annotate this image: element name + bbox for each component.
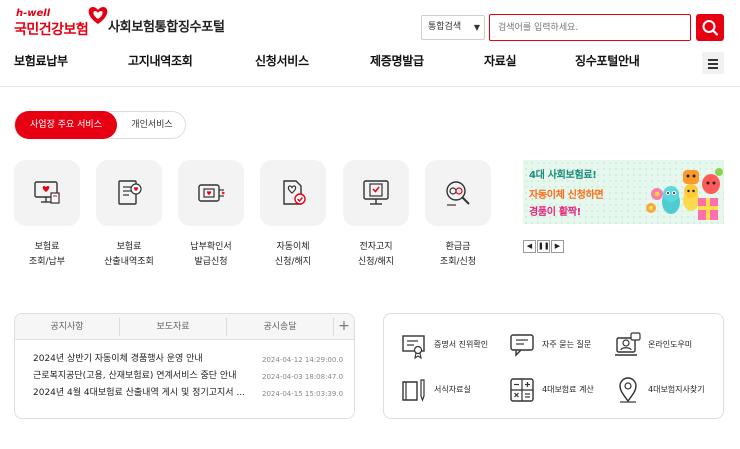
chat-bubble-icon [510, 334, 534, 357]
shortcut-label: 4대보험료 계산 [542, 385, 594, 394]
tab-business-services[interactable]: 사업장 주요 서비스 [15, 111, 117, 139]
service-tab-group: 사업장 주요 서비스 개인서비스 [14, 111, 186, 139]
service-e-notice[interactable]: 전자고지 신청/해지 [343, 160, 409, 267]
nav-divider [0, 86, 740, 87]
tab-notice[interactable]: 공지사항 [15, 314, 119, 340]
banner-line-1: 4대 사회보험료! [529, 170, 597, 181]
nav-item-application[interactable]: 신청서비스 [255, 52, 309, 69]
nav-item-certificate[interactable]: 제증명발급 [370, 52, 424, 69]
service-payment-certificate[interactable]: 납부확인서 발급신청 [178, 160, 244, 267]
notice-panel: 공지사항 보도자료 공시송달 + 2024년 상반기 자동이체 경품행사 운영 … [14, 313, 355, 419]
search-scope-select[interactable]: 통합검색 ▼ [421, 15, 485, 40]
service-premium-payment[interactable]: 보험료 조회/납부 [14, 160, 80, 267]
nav-item-payment[interactable]: 보험료납부 [14, 52, 68, 69]
location-pin-icon [619, 377, 637, 403]
banner-next-button[interactable]: ▶ [551, 240, 564, 253]
banner-line-3: 경품이 활짝! [529, 207, 581, 218]
search-icon [702, 20, 719, 36]
computer-invoice-icon [34, 181, 60, 204]
logo[interactable]: h-well 국민건강보험 [14, 4, 108, 38]
document-check-icon [283, 180, 306, 205]
notice-title[interactable]: 2024년 4월 4대보험료 산출내역 게시 및 정기고지서 ... [33, 386, 255, 400]
shortcut-label: 온라인도우미 [648, 340, 693, 349]
chevron-down-icon: ▼ [473, 23, 480, 32]
notice-date: 2024-04-03 18:08:47.0 [262, 373, 344, 381]
search-input[interactable] [489, 14, 691, 41]
service-premium-breakdown[interactable]: 보험료 산출내역조회 [96, 160, 162, 267]
nav-item-portal-guide[interactable]: 징수포털안내 [575, 52, 640, 69]
book-pen-icon [402, 379, 425, 402]
service-label: 보험료 조회/납부 [28, 242, 66, 267]
calculator-icon [510, 378, 534, 402]
notice-row[interactable]: 2024년 상반기 자동이체 경품행사 운영 안내 2024-04-12 14:… [33, 352, 353, 368]
hamburger-menu-icon[interactable] [702, 52, 724, 74]
notice-date: 2024-04-15 15:03:39.0 [262, 390, 344, 398]
notice-tab-bar: 공지사항 보도자료 공시송달 + [15, 314, 354, 340]
shortcut-label: 서식자료실 [434, 385, 471, 394]
nav-item-notice-inquiry[interactable]: 고지내역조회 [128, 52, 193, 69]
banner-line-2: 자동이체 신청하면 [529, 190, 604, 201]
notice-title[interactable]: 근로복지공단(고용, 산재보험료) 연계서비스 중단 안내 [33, 369, 255, 383]
service-refund[interactable]: 환급금 조회/신청 [425, 160, 491, 267]
notice-title[interactable]: 2024년 상반기 자동이체 경품행사 운영 안내 [33, 352, 255, 366]
service-label: 환급금 조회/신청 [439, 242, 477, 267]
nav-item-library[interactable]: 자료실 [484, 52, 517, 69]
monitor-check-icon [363, 180, 389, 205]
magnifier-coin-icon [446, 181, 470, 206]
document-stack-icon [118, 180, 142, 205]
service-label: 납부확인서 발급신청 [190, 242, 232, 267]
shortcut-label: 자주 묻는 질문 [542, 340, 592, 349]
banner-pause-button[interactable]: ❚❚ [537, 240, 550, 253]
service-label: 전자고지 신청/해지 [357, 242, 395, 267]
notice-row[interactable]: 2024년 4월 4대보험료 산출내역 게시 및 정기고지서 ... 2024-… [33, 386, 353, 402]
tab-public-service[interactable]: 공시송달 [227, 314, 333, 340]
online-helper-icon [615, 332, 641, 356]
notice-date: 2024-04-12 14:29:00.0 [262, 356, 344, 364]
logo-name: 국민건강보험 [14, 22, 89, 38]
tab-press[interactable]: 보도자료 [120, 314, 226, 340]
notice-row[interactable]: 근로복지공단(고용, 산재보험료) 연계서비스 중단 안내 2024-04-03… [33, 369, 353, 385]
shortcut-label: 4대보험지사찾기 [648, 385, 705, 394]
logo-slogan: h-well [16, 8, 51, 19]
printer-icon [198, 184, 226, 202]
portal-title: 사회보험통합징수포털 [108, 20, 225, 35]
banner-prev-button[interactable]: ◀ [523, 240, 536, 253]
promo-banner[interactable]: 4대 사회보험료! 자동이체 신청하면 경품이 활짝! [523, 160, 724, 224]
search-button[interactable] [696, 14, 724, 41]
more-plus-icon[interactable]: + [333, 314, 354, 340]
mascot-gift-illustration [646, 168, 723, 220]
search-scope-value: 통합검색 [428, 22, 462, 32]
service-label: 보험료 산출내역조회 [104, 242, 154, 267]
shortcut-panel: 증명서 진위확인 자주 묻는 질문 온라인도우미 서식자료실 4대보험료 계산 … [383, 313, 724, 419]
certificate-icon [402, 335, 425, 359]
shortcut-label: 증명서 진위확인 [434, 340, 489, 349]
tab-personal-services[interactable]: 개인서비스 [117, 112, 187, 138]
service-label: 자동이체 신청/해지 [274, 242, 312, 267]
service-auto-transfer[interactable]: 자동이체 신청/해지 [260, 160, 326, 267]
